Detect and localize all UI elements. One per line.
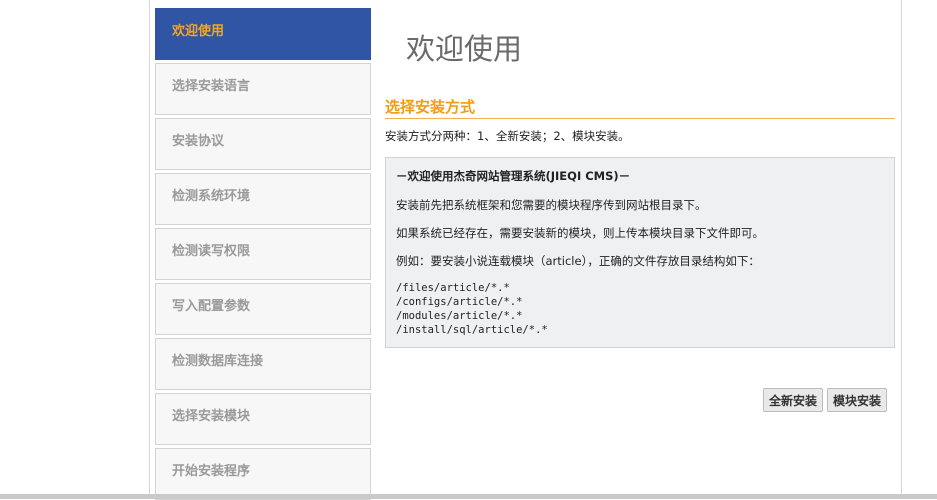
step-check-database[interactable]: 检测数据库连接 — [155, 338, 371, 390]
info-line: 如果系统已经存在，需要安装新的模块，则上传本模块目录下文件即可。 — [396, 226, 764, 240]
step-welcome[interactable]: 欢迎使用 — [155, 8, 371, 60]
step-label: 开始安装程序 — [172, 464, 251, 479]
module-install-button[interactable]: 模块安装 — [827, 388, 888, 412]
step-label: 安装协议 — [172, 134, 225, 149]
info-title: －欢迎使用杰奇网站管理系统(JIEQI CMS)－ — [396, 169, 631, 183]
bottom-scrollbar — [0, 494, 937, 499]
step-start-install[interactable]: 开始安装程序 — [155, 448, 371, 500]
info-box: －欢迎使用杰奇网站管理系统(JIEQI CMS)－ 安装前先把系统框架和您需要的… — [385, 157, 895, 348]
step-label: 检测系统环境 — [172, 189, 251, 204]
step-license[interactable]: 安装协议 — [155, 118, 371, 170]
step-select-language[interactable]: 选择安装语言 — [155, 63, 371, 115]
step-check-permissions[interactable]: 检测读写权限 — [155, 228, 371, 280]
step-select-modules[interactable]: 选择安装模块 — [155, 393, 371, 445]
step-label: 选择安装语言 — [172, 79, 251, 94]
step-label: 检测数据库连接 — [172, 354, 264, 369]
path-line: /files/article/*.* — [396, 282, 510, 294]
step-label: 欢迎使用 — [172, 24, 225, 39]
path-line: /configs/article/*.* — [396, 296, 523, 308]
step-label: 检测读写权限 — [172, 244, 251, 259]
step-label: 写入配置参数 — [172, 299, 251, 314]
path-line: /modules/article/*.* — [396, 310, 523, 322]
step-check-environment[interactable]: 检测系统环境 — [155, 173, 371, 225]
info-line: 例如：要安装小说连载模块（article），正确的文件存放目录结构如下： — [396, 254, 760, 268]
step-write-config[interactable]: 写入配置参数 — [155, 283, 371, 335]
section-title: 选择安装方式 — [385, 96, 895, 119]
page-title: 欢迎使用 — [406, 32, 523, 66]
full-install-button[interactable]: 全新安装 — [763, 388, 824, 412]
info-line: 安装前先把系统框架和您需要的模块程序传到网站根目录下。 — [396, 198, 707, 212]
path-line: /install/sql/article/*.* — [396, 324, 548, 336]
install-methods-text: 安装方式分两种：1、全新安装；2、模块安装。 — [385, 129, 630, 143]
step-label: 选择安装模块 — [172, 409, 251, 424]
